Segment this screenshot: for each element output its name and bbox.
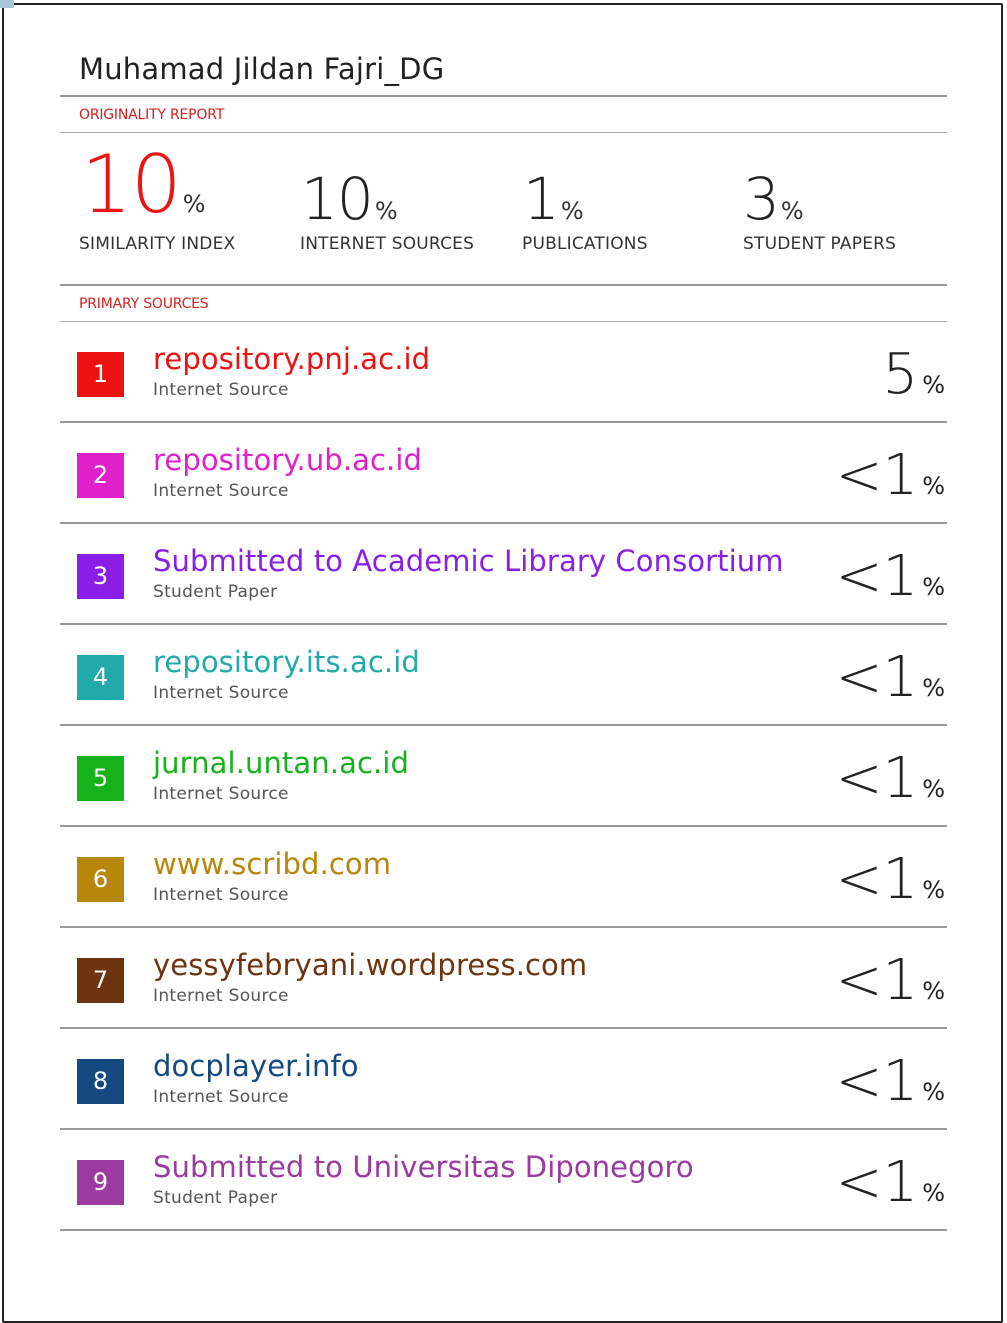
row-divider — [60, 1229, 947, 1231]
similarity-index-label: SIMILARITY INDEX — [79, 234, 236, 254]
source-match-unit: % — [922, 876, 945, 904]
source-number-badge: 6 — [77, 857, 124, 902]
source-match-unit: % — [922, 371, 945, 399]
student-papers-unit: % — [780, 197, 804, 225]
source-match-value: <1 — [835, 948, 919, 1013]
source-row-6[interactable]: 6 www.scribd.com Internet Source <1% — [60, 827, 947, 928]
source-number-badge: 2 — [77, 453, 124, 498]
internet-sources-number: 10 — [301, 165, 374, 233]
source-type: Internet Source — [153, 380, 289, 400]
source-match-value: <1 — [835, 544, 919, 609]
source-match-percent: 5% — [883, 342, 945, 407]
source-number-badge: 4 — [77, 655, 124, 700]
source-row-2[interactable]: 2 repository.ub.ac.id Internet Source <1… — [60, 423, 947, 524]
source-match-percent: <1% — [836, 1150, 945, 1215]
source-row-4[interactable]: 4 repository.its.ac.id Internet Source <… — [60, 625, 947, 726]
internet-sources-label: INTERNET SOURCES — [300, 234, 475, 254]
source-number-badge: 7 — [77, 958, 124, 1003]
publications-number: 1 — [523, 165, 560, 233]
primary-sources-label: PRIMARY SOURCES — [79, 296, 209, 312]
source-number-badge: 8 — [77, 1059, 124, 1104]
source-match-unit: % — [922, 977, 945, 1005]
source-type: Internet Source — [153, 1087, 289, 1107]
source-name[interactable]: Submitted to Universitas Diponegoro — [153, 1150, 694, 1184]
source-type: Internet Source — [153, 481, 289, 501]
source-number-badge: 5 — [77, 756, 124, 801]
source-type: Student Paper — [153, 1188, 278, 1208]
source-name[interactable]: Submitted to Academic Library Consortium — [153, 544, 784, 578]
source-match-unit: % — [922, 775, 945, 803]
source-number-badge: 9 — [77, 1160, 124, 1205]
source-match-value: <1 — [835, 847, 919, 912]
source-type: Internet Source — [153, 885, 289, 905]
source-match-unit: % — [922, 1179, 945, 1207]
internet-sources-value: 10% — [301, 168, 398, 230]
source-match-percent: <1% — [836, 948, 945, 1013]
student-papers-label: STUDENT PAPERS — [743, 234, 897, 254]
source-match-value: <1 — [835, 1150, 919, 1215]
source-row-1[interactable]: 1 repository.pnj.ac.id Internet Source 5… — [60, 322, 947, 423]
source-match-percent: <1% — [836, 645, 945, 710]
source-match-percent: <1% — [836, 544, 945, 609]
source-row-7[interactable]: 7 yessyfebryani.wordpress.com Internet S… — [60, 928, 947, 1029]
corner-mark — [0, 0, 14, 8]
similarity-index-unit: % — [182, 190, 206, 218]
source-row-3[interactable]: 3 Submitted to Academic Library Consorti… — [60, 524, 947, 625]
source-match-unit: % — [922, 1078, 945, 1106]
source-match-value: <1 — [835, 645, 919, 710]
title-divider — [60, 95, 947, 97]
source-match-percent: <1% — [836, 847, 945, 912]
source-match-percent: <1% — [836, 443, 945, 508]
student-papers-value: 3% — [743, 168, 804, 230]
source-name[interactable]: repository.ub.ac.id — [153, 443, 422, 477]
publications-value: 1% — [523, 168, 584, 230]
similarity-index-number: 10 — [81, 138, 182, 231]
document-title: Muhamad Jildan Fajri_DG — [79, 52, 445, 86]
source-number-badge: 1 — [77, 352, 124, 397]
source-row-5[interactable]: 5 jurnal.untan.ac.id Internet Source <1% — [60, 726, 947, 827]
student-papers-number: 3 — [743, 165, 780, 233]
source-match-value: 5 — [882, 342, 919, 407]
source-row-8[interactable]: 8 docplayer.info Internet Source <1% — [60, 1029, 947, 1130]
source-type: Internet Source — [153, 986, 289, 1006]
source-name[interactable]: repository.pnj.ac.id — [153, 342, 430, 376]
source-name[interactable]: jurnal.untan.ac.id — [153, 746, 409, 780]
internet-sources-unit: % — [374, 197, 398, 225]
source-name[interactable]: docplayer.info — [153, 1049, 359, 1083]
source-row-9[interactable]: 9 Submitted to Universitas Diponegoro St… — [60, 1130, 947, 1231]
source-match-percent: <1% — [836, 746, 945, 811]
similarity-index-value: 10% — [81, 145, 206, 225]
source-name[interactable]: repository.its.ac.id — [153, 645, 420, 679]
source-number-badge: 3 — [77, 554, 124, 599]
originality-report-label: ORIGINALITY REPORT — [79, 107, 225, 123]
source-match-value: <1 — [835, 443, 919, 508]
stats-divider — [60, 284, 947, 286]
source-match-unit: % — [922, 674, 945, 702]
source-match-value: <1 — [835, 1049, 919, 1114]
source-type: Internet Source — [153, 784, 289, 804]
source-match-unit: % — [922, 472, 945, 500]
publications-label: PUBLICATIONS — [522, 234, 648, 254]
source-name[interactable]: www.scribd.com — [153, 847, 391, 881]
source-type: Internet Source — [153, 683, 289, 703]
source-match-percent: <1% — [836, 1049, 945, 1114]
source-name[interactable]: yessyfebryani.wordpress.com — [153, 948, 587, 982]
source-type: Student Paper — [153, 582, 278, 602]
source-match-unit: % — [922, 573, 945, 601]
source-match-value: <1 — [835, 746, 919, 811]
originality-divider — [60, 132, 947, 133]
publications-unit: % — [560, 197, 584, 225]
